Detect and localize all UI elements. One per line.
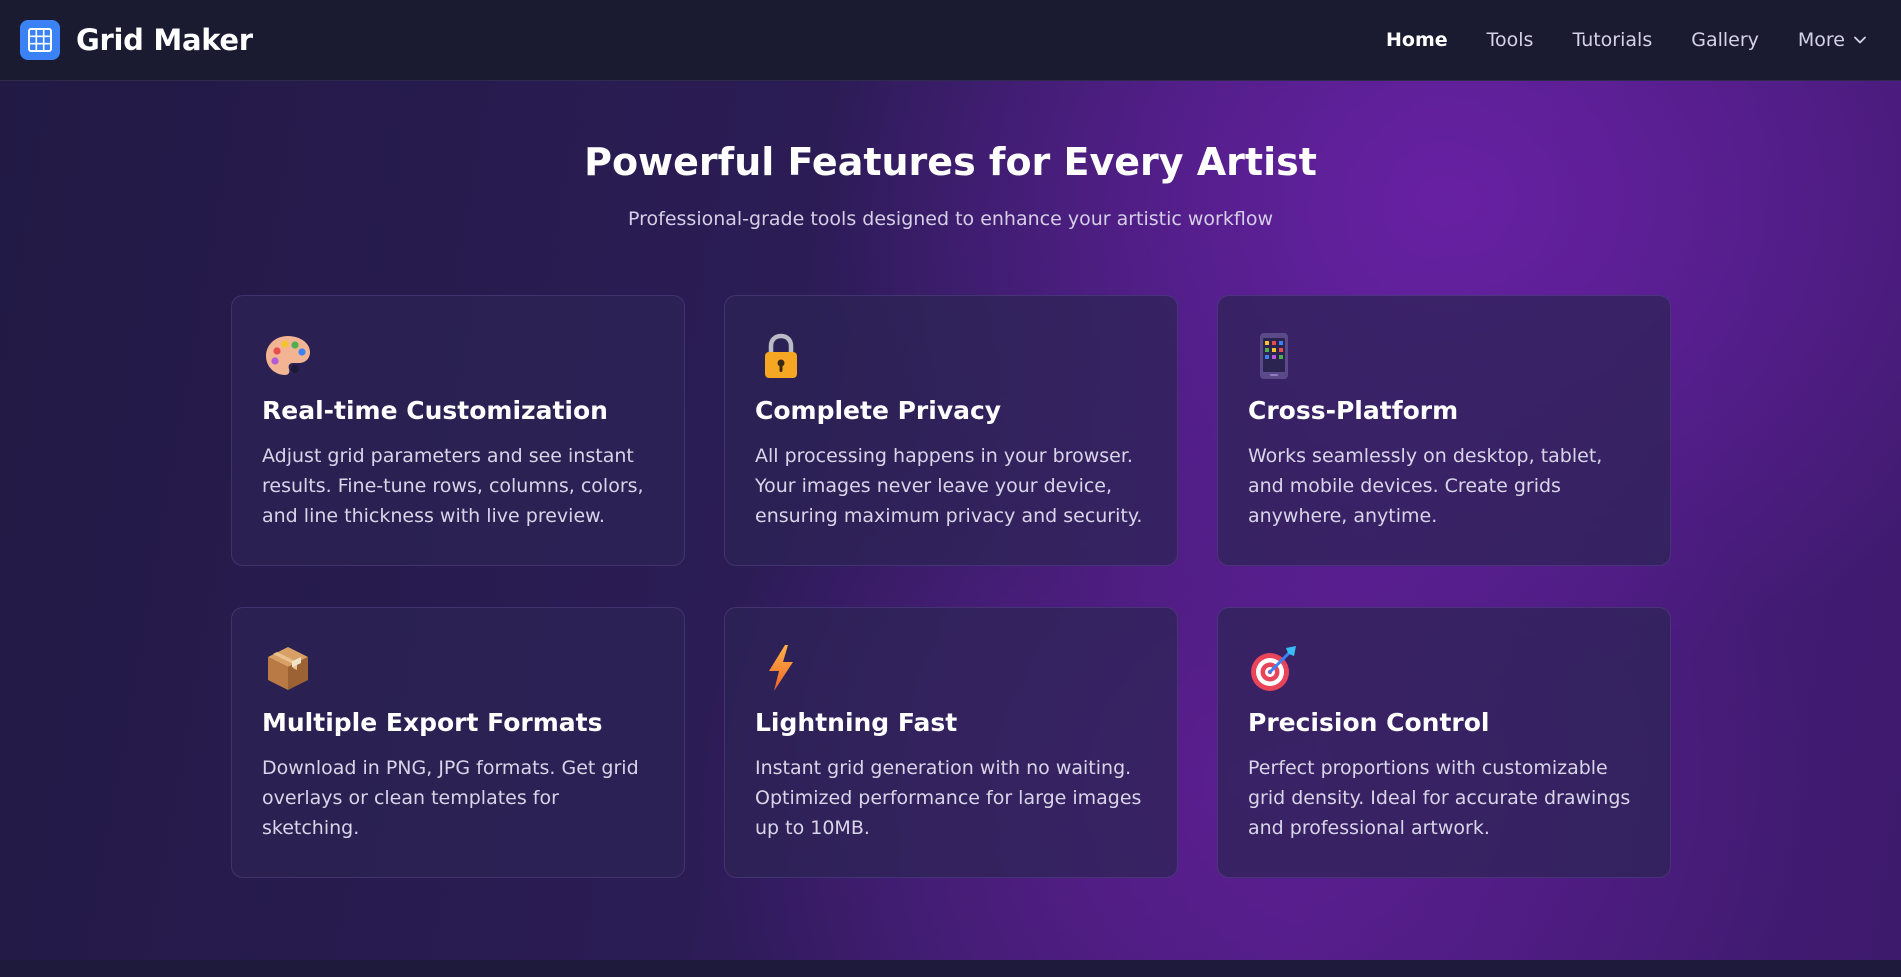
feature-description: Adjust grid parameters and see instant r… [262,445,644,527]
target-icon [1251,646,1296,691]
feature-description: All processing happens in your browser. … [755,445,1143,527]
tablet-icon [1260,333,1288,379]
chevron-down-icon [1854,36,1866,44]
feature-card-complete-privacy: Complete Privacy All processing happens … [724,295,1178,566]
feature-title: Multiple Export Formats [262,708,603,737]
feature-title: Complete Privacy [755,396,1002,425]
nav-link-gallery[interactable]: Gallery [1691,29,1759,51]
nav-more-label: More [1797,29,1845,51]
feature-card-multiple-export-formats: Multiple Export Formats Download in PNG,… [231,607,685,878]
nav-link-tutorials[interactable]: Tutorials [1572,29,1652,51]
brand[interactable]: Grid Maker [20,20,253,60]
feature-card-lightning-fast: Lightning Fast Instant grid generation w… [724,607,1178,878]
section-title: Powerful Features for Every Artist [584,140,1317,184]
feature-title: Real-time Customization [262,396,608,425]
feature-title: Cross-Platform [1248,396,1459,425]
feature-card-realtime-customization: Real-time Customization Adjust grid para… [231,295,685,566]
grid-logo-icon [20,20,60,60]
top-navbar: Grid Maker Home Tools Tutorials Gallery … [0,0,1901,81]
package-icon [268,647,308,690]
nav-link-more[interactable]: More [1798,29,1867,51]
section-bottom-strip [0,960,1901,977]
section-subtitle: Professional-grade tools designed to enh… [628,208,1273,230]
feature-title: Lightning Fast [755,708,958,737]
nav-links: Home Tools Tutorials Gallery More [1386,29,1867,51]
nav-link-tools[interactable]: Tools [1487,29,1534,51]
lock-icon [765,333,797,378]
brand-name: Grid Maker [76,23,253,57]
feature-description: Download in PNG, JPG formats. Get grid o… [262,757,639,839]
feature-title: Precision Control [1248,708,1490,737]
palette-icon [266,336,310,375]
feature-description: Works seamlessly on desktop, tablet, and… [1248,445,1603,527]
feature-description: Perfect proportions with customizable gr… [1248,757,1631,839]
feature-description: Instant grid generation with no waiting.… [755,757,1142,839]
lightning-icon [769,645,793,691]
nav-link-home[interactable]: Home [1386,29,1448,51]
feature-card-cross-platform: Cross-Platform Works seamlessly on deskt… [1217,295,1671,566]
feature-card-precision-control: Precision Control Perfect proportions wi… [1217,607,1671,878]
